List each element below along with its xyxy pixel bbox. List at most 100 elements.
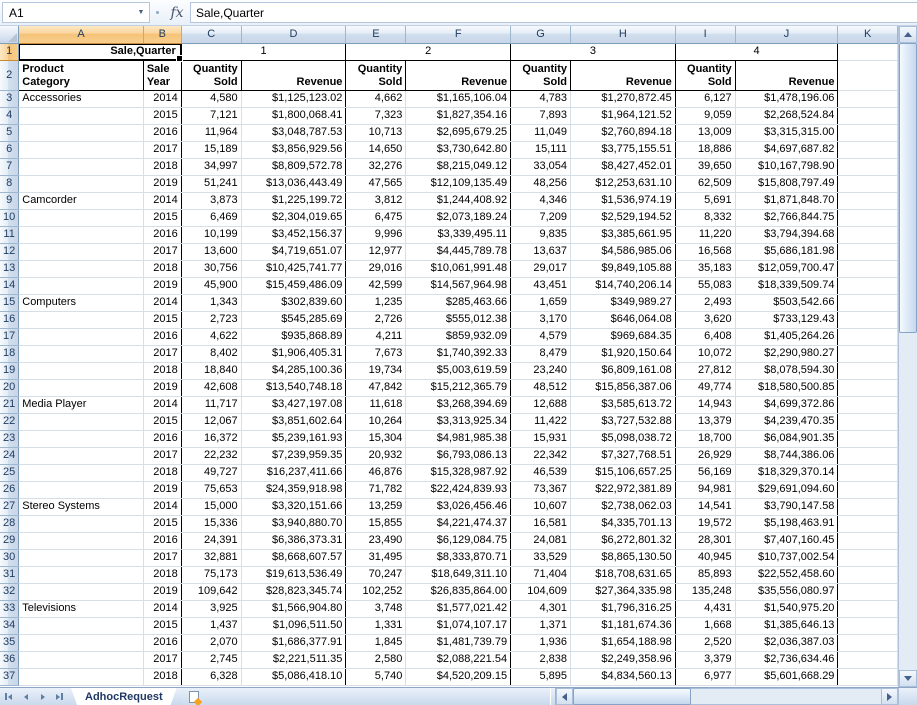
cell-E8[interactable]: 47,565 [346, 175, 406, 192]
cell-D20[interactable]: $13,540,748.18 [241, 379, 346, 396]
row-header-20[interactable]: 20 [0, 379, 19, 396]
cell-K7[interactable] [838, 158, 898, 175]
cell-B2[interactable]: Sale Year [143, 60, 181, 90]
cell-I11[interactable]: 11,220 [675, 226, 735, 243]
cell-C5[interactable]: 11,964 [181, 124, 241, 141]
row-header-29[interactable]: 29 [0, 532, 19, 549]
cell-J37[interactable]: $5,601,668.29 [735, 668, 838, 685]
vertical-scroll-track[interactable] [899, 43, 917, 670]
cell-D29[interactable]: $6,386,373.31 [241, 532, 346, 549]
cell-F26[interactable]: $22,424,839.93 [406, 481, 511, 498]
cell-quarter-2[interactable]: 2 [346, 43, 511, 60]
cell-J3[interactable]: $1,478,196.06 [735, 90, 838, 107]
cell-A1-selected[interactable]: Sale,Quarter [19, 43, 181, 60]
column-header-E[interactable]: E [346, 26, 406, 43]
cell-C28[interactable]: 15,336 [181, 515, 241, 532]
cell-I18[interactable]: 10,072 [675, 345, 735, 362]
cell-B5[interactable]: 2016 [143, 124, 181, 141]
cell-J35[interactable]: $2,036,387.03 [735, 634, 838, 651]
cell-B19[interactable]: 2018 [143, 362, 181, 379]
cell-K24[interactable] [838, 447, 898, 464]
cell-I16[interactable]: 3,620 [675, 311, 735, 328]
cell-J24[interactable]: $8,744,386.06 [735, 447, 838, 464]
cell-B24[interactable]: 2017 [143, 447, 181, 464]
cell-B16[interactable]: 2015 [143, 311, 181, 328]
cell-A19[interactable] [19, 362, 144, 379]
column-header-F[interactable]: F [406, 26, 511, 43]
row-header-28[interactable]: 28 [0, 515, 19, 532]
cell-C35[interactable]: 2,070 [181, 634, 241, 651]
cell-E37[interactable]: 5,740 [346, 668, 406, 685]
cell-J33[interactable]: $1,540,975.20 [735, 600, 838, 617]
cell-A13[interactable] [19, 260, 144, 277]
formula-bar-splitter[interactable] [150, 0, 164, 25]
cell-E20[interactable]: 47,842 [346, 379, 406, 396]
cell-G18[interactable]: 8,479 [511, 345, 571, 362]
row-header-21[interactable]: 21 [0, 396, 19, 413]
cell-J31[interactable]: $22,552,458.60 [735, 566, 838, 583]
cell-G6[interactable]: 15,111 [511, 141, 571, 158]
cell-C14[interactable]: 45,900 [181, 277, 241, 294]
cell-B27[interactable]: 2014 [143, 498, 181, 515]
cell-B3[interactable]: 2014 [143, 90, 181, 107]
cell-K35[interactable] [838, 634, 898, 651]
cell-H19[interactable]: $6,809,161.08 [570, 362, 675, 379]
cell-I10[interactable]: 8,332 [675, 209, 735, 226]
row-header-18[interactable]: 18 [0, 345, 19, 362]
row-header-33[interactable]: 33 [0, 600, 19, 617]
cell-F25[interactable]: $15,328,987.92 [406, 464, 511, 481]
select-all-button[interactable] [0, 26, 19, 43]
cell-I36[interactable]: 3,379 [675, 651, 735, 668]
cell-I37[interactable]: 6,977 [675, 668, 735, 685]
cell-J23[interactable]: $6,084,901.35 [735, 430, 838, 447]
cell-C26[interactable]: 75,653 [181, 481, 241, 498]
cell-D23[interactable]: $5,239,161.93 [241, 430, 346, 447]
cell-K19[interactable] [838, 362, 898, 379]
cell-A24[interactable] [19, 447, 144, 464]
cell-quarter-1[interactable]: 1 [181, 43, 346, 60]
cell-D28[interactable]: $3,940,880.70 [241, 515, 346, 532]
cell-I13[interactable]: 35,183 [675, 260, 735, 277]
scroll-up-button[interactable] [899, 26, 917, 43]
cell-J22[interactable]: $4,239,470.35 [735, 413, 838, 430]
cell-H34[interactable]: $1,181,674.36 [570, 617, 675, 634]
cell-E23[interactable]: 15,304 [346, 430, 406, 447]
cell-A22[interactable] [19, 413, 144, 430]
cell-C13[interactable]: 30,756 [181, 260, 241, 277]
cell-A20[interactable] [19, 379, 144, 396]
column-header-B[interactable]: B [143, 26, 181, 43]
row-header-16[interactable]: 16 [0, 311, 19, 328]
row-header-30[interactable]: 30 [0, 549, 19, 566]
cell-A10[interactable] [19, 209, 144, 226]
cell-H27[interactable]: $2,738,062.03 [570, 498, 675, 515]
column-header-K[interactable]: K [838, 26, 898, 43]
cell-C4[interactable]: 7,121 [181, 107, 241, 124]
cell-G25[interactable]: 46,539 [511, 464, 571, 481]
cell-K31[interactable] [838, 566, 898, 583]
row-header-24[interactable]: 24 [0, 447, 19, 464]
cell-E24[interactable]: 20,932 [346, 447, 406, 464]
cell-H8[interactable]: $12,253,631.10 [570, 175, 675, 192]
vertical-scrollbar[interactable] [898, 26, 917, 687]
insert-worksheet-button[interactable] [179, 688, 209, 705]
cell-I4[interactable]: 9,059 [675, 107, 735, 124]
horizontal-scroll-track[interactable] [573, 688, 881, 705]
cell-A3[interactable]: Accessories [19, 90, 144, 107]
cell-C31[interactable]: 75,173 [181, 566, 241, 583]
last-sheet-button[interactable] [51, 688, 68, 705]
cell-H16[interactable]: $646,064.08 [570, 311, 675, 328]
cell-H3[interactable]: $1,270,872.45 [570, 90, 675, 107]
cell-C25[interactable]: 49,727 [181, 464, 241, 481]
cell-I22[interactable]: 13,379 [675, 413, 735, 430]
cell-H14[interactable]: $14,740,206.14 [570, 277, 675, 294]
cell-I29[interactable]: 28,301 [675, 532, 735, 549]
row-header-5[interactable]: 5 [0, 124, 19, 141]
cell-K21[interactable] [838, 396, 898, 413]
cell-F20[interactable]: $15,212,365.79 [406, 379, 511, 396]
cell-K18[interactable] [838, 345, 898, 362]
cell-J7[interactable]: $10,167,798.90 [735, 158, 838, 175]
cell-I27[interactable]: 14,541 [675, 498, 735, 515]
cell-K14[interactable] [838, 277, 898, 294]
cell-E7[interactable]: 32,276 [346, 158, 406, 175]
row-header-9[interactable]: 9 [0, 192, 19, 209]
